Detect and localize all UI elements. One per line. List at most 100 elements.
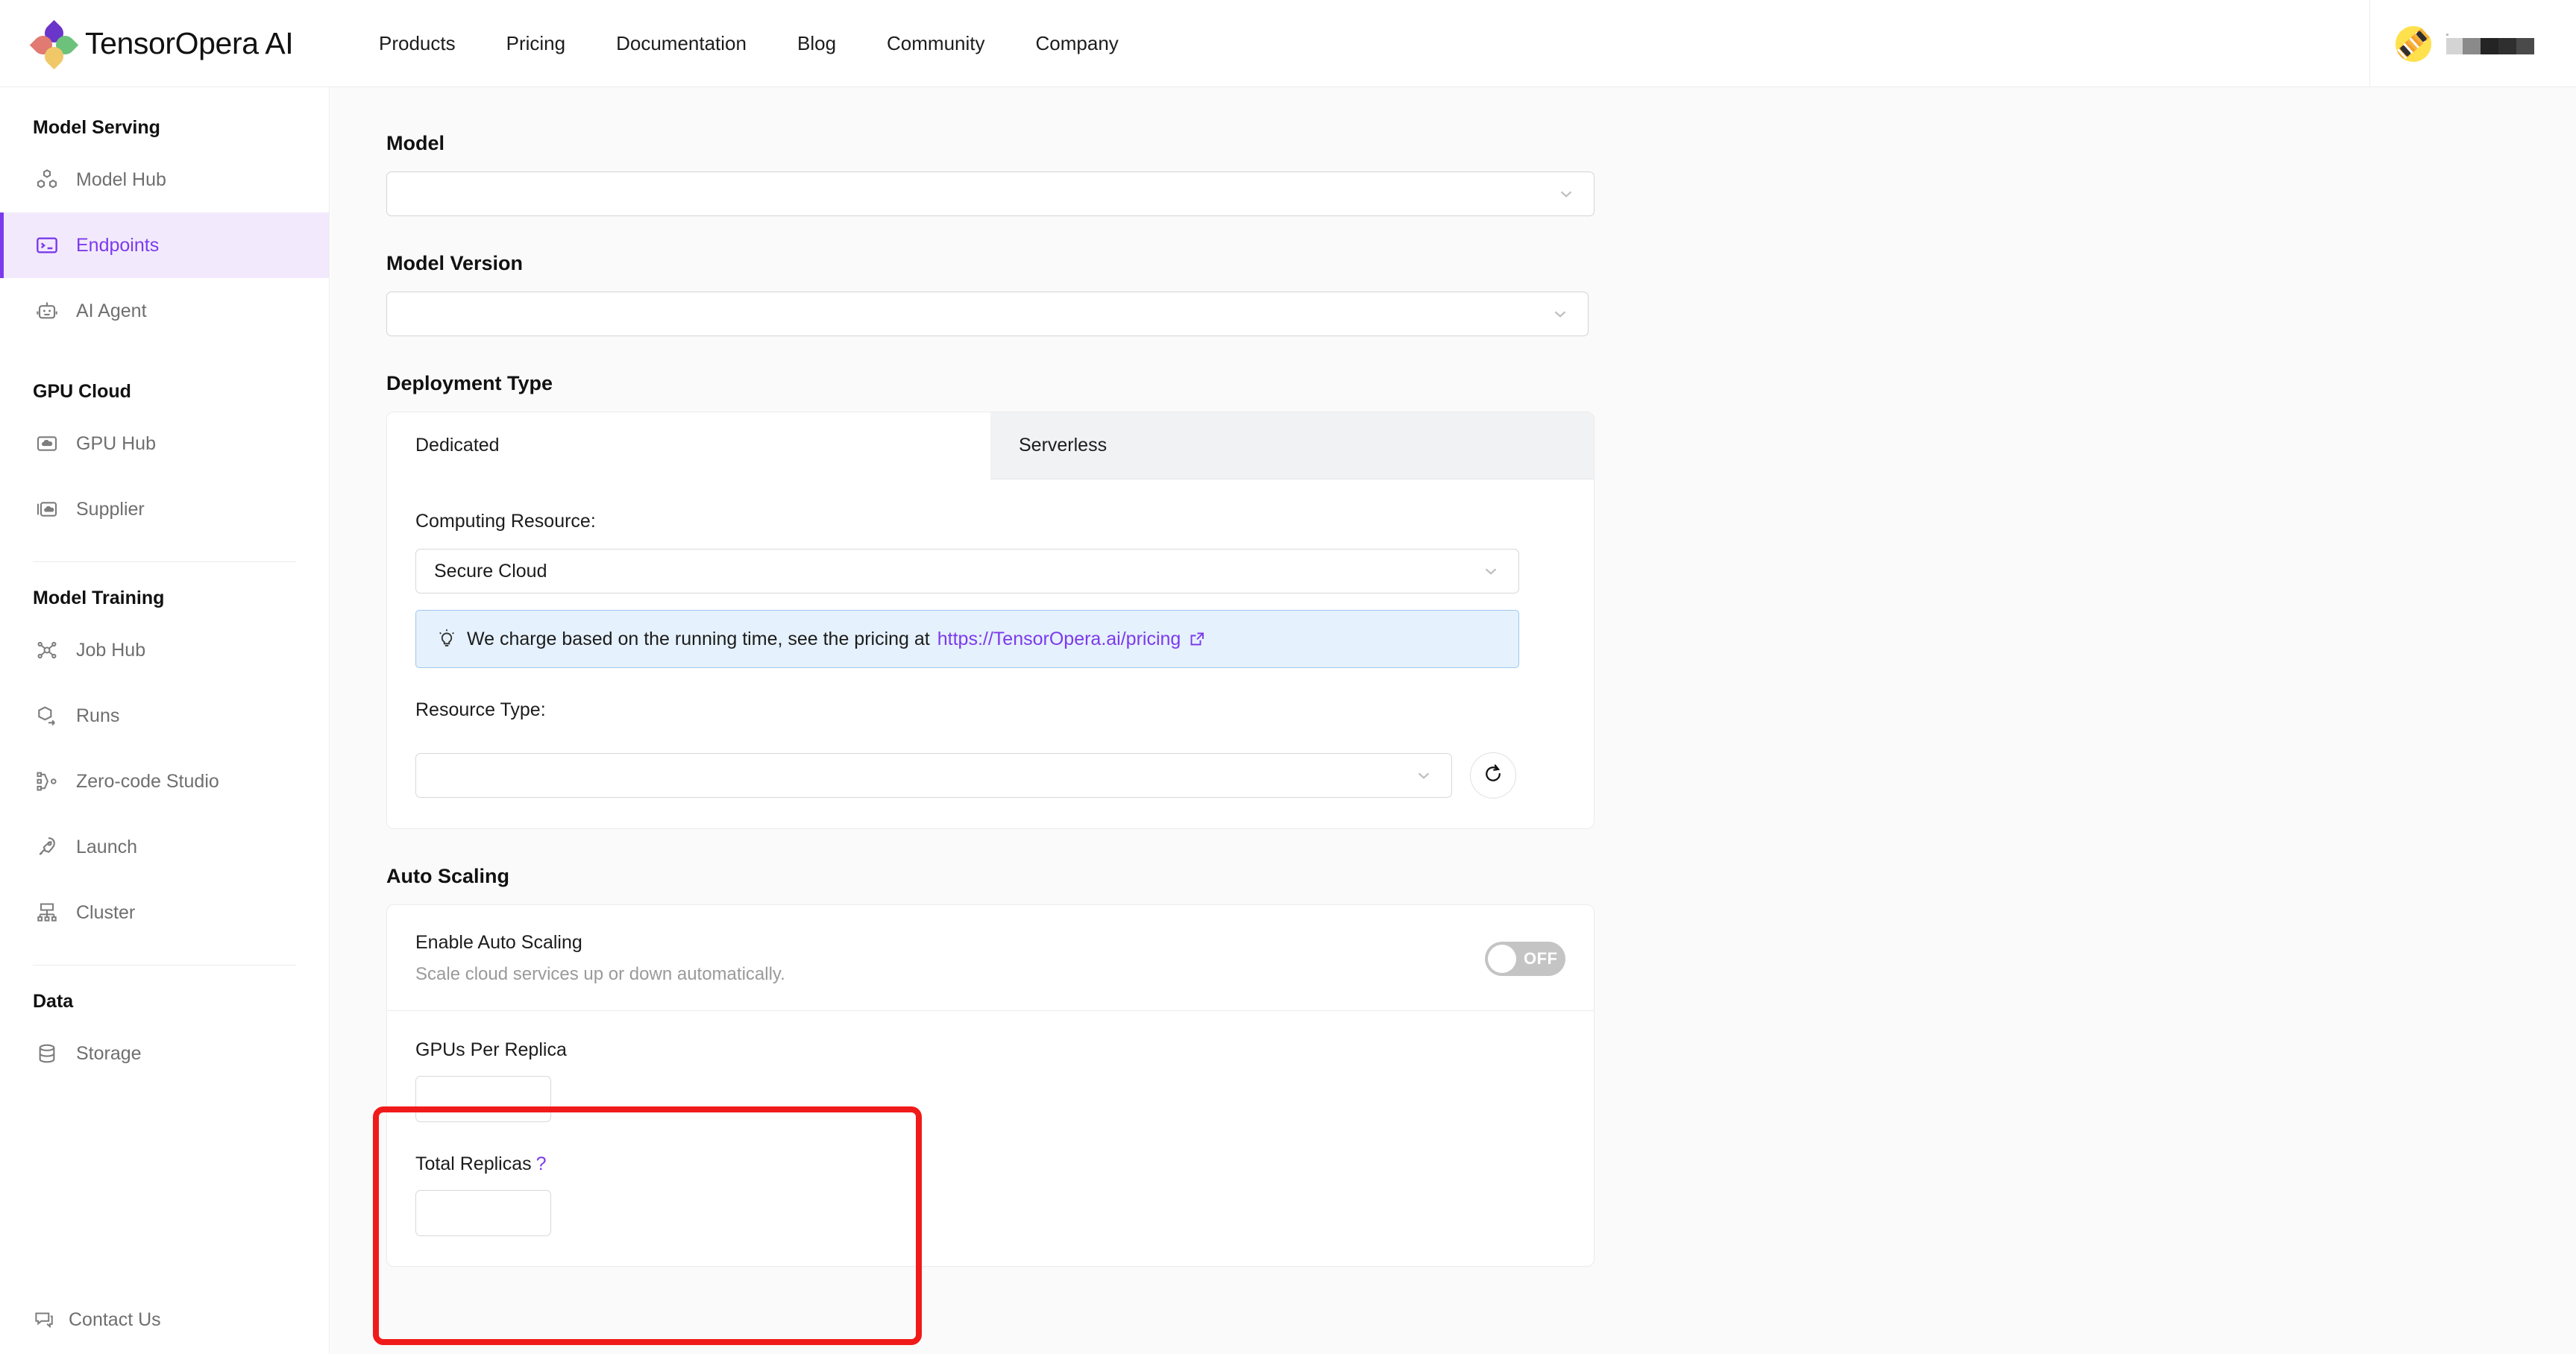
top-nav-links: Products Pricing Documentation Blog Comm… [376, 25, 1122, 63]
pricing-note: We charge based on the running time, see… [415, 610, 1519, 668]
chevron-down-icon [1414, 766, 1433, 785]
sidebar-group-model-training: Model Training [33, 587, 165, 608]
sidebar-divider [33, 561, 296, 562]
cloud-box-icon [33, 431, 61, 456]
account-area [2369, 0, 2576, 87]
sidebar-item-label: Runs [76, 705, 120, 726]
sidebar-item-runs[interactable]: Runs [0, 683, 329, 749]
sidebar-item-zero-code-studio[interactable]: Zero-code Studio [0, 749, 329, 814]
sidebar-item-label: Endpoints [76, 234, 160, 256]
sidebar-item-job-hub[interactable]: Job Hub [0, 617, 329, 683]
sidebar-item-endpoints[interactable]: Endpoints [0, 212, 329, 278]
sidebar-item-model-hub[interactable]: Model Hub [0, 147, 329, 212]
model-version-label: Model Version [386, 252, 524, 274]
help-icon[interactable]: ? [536, 1153, 547, 1174]
toggle-state-label: OFF [1524, 948, 1558, 968]
external-link-icon[interactable] [1188, 630, 1206, 648]
sidebar-item-gpu-hub[interactable]: GPU Hub [0, 411, 329, 476]
brand-name: TensorOpera AI [85, 25, 294, 60]
sidebar-item-supplier[interactable]: Supplier [0, 476, 329, 542]
contact-us-label: Contact Us [69, 1309, 161, 1330]
resource-type-label: Resource Type: [415, 699, 546, 720]
model-version-select[interactable] [386, 292, 1589, 336]
sidebar-item-label: GPU Hub [76, 432, 156, 454]
deployment-tabs: Dedicated Serverless [387, 412, 1594, 479]
rocket-icon [33, 834, 61, 860]
sidebar-item-label: Supplier [76, 498, 145, 520]
terminal-icon [33, 233, 61, 258]
nav-link-products[interactable]: Products [376, 25, 459, 63]
total-replicas-label: Total Replicas? [415, 1153, 1565, 1175]
gpus-per-replica-label: GPUs Per Replica [415, 1039, 567, 1060]
deployment-type-label: Deployment Type [386, 372, 553, 394]
sidebar-item-label: AI Agent [76, 300, 147, 321]
lightbulb-icon [436, 628, 458, 650]
sidebar: Model Serving Model Hub Endpoints AI Age… [0, 87, 330, 1354]
sidebar-item-label: Job Hub [76, 639, 146, 661]
sidebar-item-label: Storage [76, 1042, 142, 1064]
computing-resource-label: Computing Resource: [415, 511, 596, 532]
resource-type-row [415, 752, 1565, 799]
deployment-type-card: Dedicated Serverless Computing Resource:… [386, 412, 1595, 829]
chevron-down-icon [1556, 184, 1576, 204]
flower-logo-icon [29, 19, 79, 70]
enable-auto-scaling-toggle[interactable]: OFF [1485, 941, 1565, 976]
gpus-per-replica-input[interactable] [415, 1076, 551, 1122]
sidebar-group-model-serving: Model Serving [33, 116, 160, 138]
sidebar-divider-2 [33, 965, 296, 966]
sidebar-item-cluster[interactable]: Cluster [0, 880, 329, 945]
sidebar-item-ai-agent[interactable]: AI Agent [0, 278, 329, 344]
flow-nodes-icon [33, 769, 61, 794]
cluster-icon [33, 900, 61, 925]
sidebar-item-launch[interactable]: Launch [0, 814, 329, 880]
nav-link-documentation[interactable]: Documentation [613, 25, 750, 63]
nav-link-company[interactable]: Company [1033, 25, 1122, 63]
enable-auto-scaling-row: Enable Auto Scaling Scale cloud services… [387, 905, 1594, 1011]
total-replicas-input[interactable] [415, 1190, 551, 1236]
enable-auto-scaling-title: Enable Auto Scaling [415, 932, 582, 953]
contact-us-link[interactable]: Contact Us [0, 1285, 329, 1354]
refresh-icon [1482, 763, 1504, 789]
avatar[interactable] [2396, 25, 2431, 62]
enable-auto-scaling-description: Scale cloud services up or down automati… [415, 964, 785, 984]
chevron-down-icon [1481, 561, 1501, 581]
toggle-knob [1488, 944, 1516, 973]
computing-resource-value: Secure Cloud [434, 560, 547, 582]
brand-logo[interactable]: TensorOpera AI [29, 19, 346, 70]
nav-link-community[interactable]: Community [884, 25, 987, 63]
computing-resource-select[interactable]: Secure Cloud [415, 549, 1519, 593]
sidebar-item-label: Model Hub [76, 169, 166, 190]
total-replicas-label-text: Total Replicas [415, 1153, 532, 1174]
tab-dedicated[interactable]: Dedicated [387, 412, 990, 479]
top-navbar: TensorOpera AI Products Pricing Document… [0, 0, 2576, 87]
sidebar-item-label: Cluster [76, 901, 136, 923]
auto-scaling-card: Enable Auto Scaling Scale cloud services… [386, 904, 1595, 1267]
model-select[interactable] [386, 171, 1595, 216]
nav-link-pricing[interactable]: Pricing [503, 25, 568, 63]
sidebar-item-label: Launch [76, 836, 138, 857]
model-label: Model [386, 132, 444, 154]
cubes-icon [33, 167, 61, 192]
network-nodes-icon [33, 637, 61, 663]
refresh-resource-type-button[interactable] [1470, 752, 1516, 799]
main-content: Model Model Version Deployment Type Dedi… [330, 87, 2576, 1354]
pricing-note-text: We charge based on the running time, see… [467, 628, 930, 649]
sidebar-item-label: Zero-code Studio [76, 770, 219, 792]
folders-cloud-icon [33, 497, 61, 522]
robot-icon [33, 298, 61, 324]
sidebar-group-data: Data [33, 990, 74, 1012]
app-root: TensorOpera AI Products Pricing Document… [0, 0, 2576, 1354]
tab-serverless[interactable]: Serverless [990, 412, 1594, 479]
skateboard-avatar-icon [2396, 25, 2431, 62]
chat-bubble-icon [35, 1312, 53, 1329]
sidebar-group-gpu-cloud: GPU Cloud [33, 380, 131, 402]
auto-scaling-label: Auto Scaling [386, 865, 510, 887]
resource-type-select[interactable] [415, 753, 1452, 798]
pricing-link[interactable]: https://TensorOpera.ai/pricing [937, 629, 1181, 650]
chevron-down-icon [1551, 304, 1570, 324]
cube-arrow-icon [33, 703, 61, 728]
username-redacted [2446, 33, 2534, 54]
sidebar-item-storage[interactable]: Storage [0, 1021, 329, 1086]
nav-link-blog[interactable]: Blog [794, 25, 839, 63]
database-icon [33, 1041, 61, 1066]
